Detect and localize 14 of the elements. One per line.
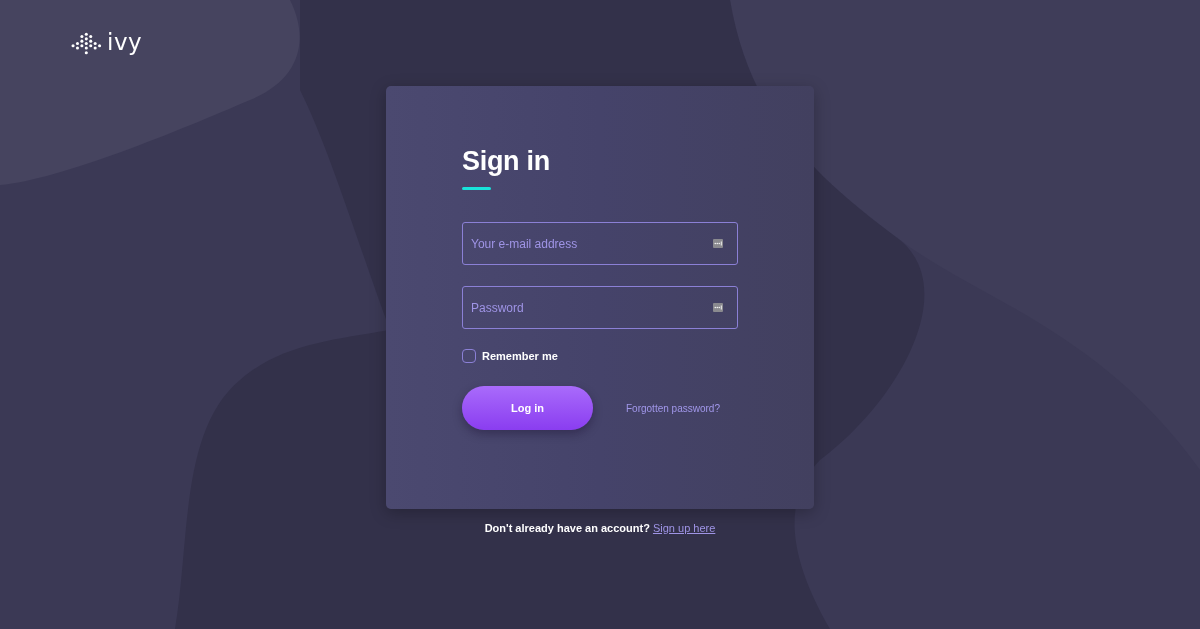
logo-text: ivy [107, 30, 143, 55]
email-field[interactable]: Your e-mail address [462, 222, 738, 265]
dots-icon[interactable] [713, 239, 723, 248]
dotted-logo-icon [71, 30, 102, 55]
sign-up-prompt: Don't already have an account? Sign up here [484, 521, 716, 536]
remember-checkbox[interactable] [462, 349, 476, 363]
sign-up-link[interactable]: Sign up here [652, 522, 716, 534]
dots-icon[interactable] [713, 303, 723, 312]
title-underline [462, 187, 491, 190]
remember-label: Remember me [482, 350, 558, 362]
sign-in-title: Sign in [462, 145, 550, 178]
password-field[interactable]: Password [462, 286, 738, 329]
forgotten-password-link[interactable]: Forgotten password? [626, 402, 720, 414]
log-in-button[interactable]: Log in [462, 386, 593, 430]
